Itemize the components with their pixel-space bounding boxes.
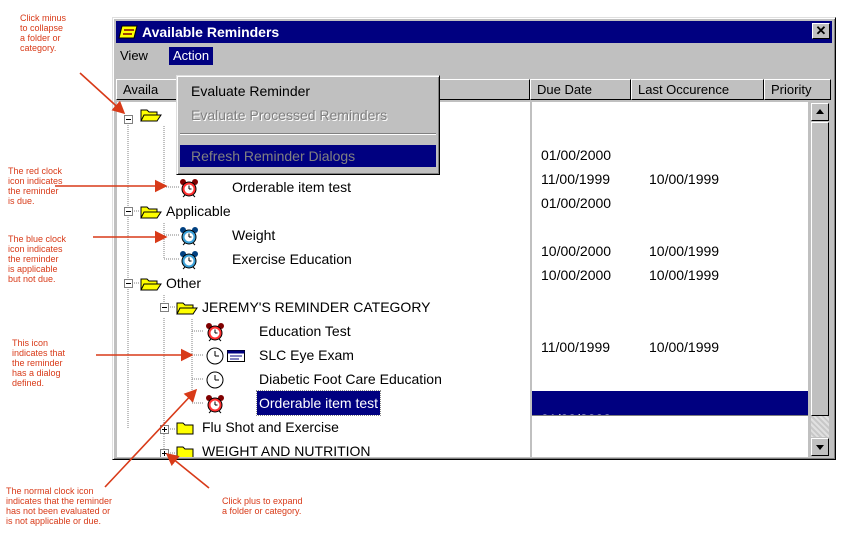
- collapse-toggle[interactable]: [124, 279, 133, 288]
- due-date-cell: 01/00/2000: [541, 411, 612, 427]
- collapse-toggle[interactable]: [124, 207, 133, 216]
- menu-view[interactable]: View: [116, 47, 152, 65]
- expand-toggle[interactable]: [160, 425, 169, 434]
- reminder-app-icon: [118, 25, 138, 39]
- scroll-up-button[interactable]: [811, 103, 829, 121]
- column-priority-header[interactable]: Priority: [764, 79, 831, 100]
- grid-divider: [532, 415, 808, 416]
- folder-open-icon: [140, 206, 162, 219]
- blue-clock-icon: [180, 251, 198, 270]
- expand-toggle[interactable]: [160, 449, 169, 457]
- tree-item-label: Orderable item test: [232, 179, 352, 195]
- tree-item-label: Flu Shot and Exercise: [202, 419, 339, 435]
- action-menu-dropdown: Evaluate Reminder Evaluate Processed Rem…: [176, 75, 440, 175]
- due-date-cell: 11/00/1999: [541, 339, 611, 355]
- tree-item-label: JEREMY'S REMINDER CATEGORY: [202, 299, 431, 315]
- due-date-cell: 11/00/1999: [541, 171, 611, 187]
- arrow-up-icon: [816, 109, 824, 114]
- tree-item-label: Orderable item test: [255, 390, 382, 416]
- folder-open-icon: [140, 278, 162, 291]
- folder-open-icon: [176, 302, 198, 315]
- annotation-red-clock: The red clock icon indicates the reminde…: [8, 166, 63, 206]
- last-occurrence-cell: 10/00/1999: [649, 339, 720, 355]
- tree-item-label: WEIGHT AND NUTRITION: [202, 443, 371, 457]
- menu-bar: View Action: [116, 45, 832, 67]
- due-date-cell: 01/00/2000: [541, 147, 612, 163]
- collapse-toggle[interactable]: [124, 115, 133, 124]
- tree-item-label: Exercise Education: [232, 251, 352, 267]
- normal-clock-icon: [206, 371, 224, 389]
- scroll-track[interactable]: [811, 416, 829, 437]
- column-due-date-header[interactable]: Due Date: [530, 79, 631, 100]
- annotation-blue-clock: The blue clock icon indicates the remind…: [8, 234, 67, 284]
- red-clock-icon: [206, 395, 224, 414]
- annotation-expand: Click plus to expand a folder or categor…: [222, 496, 303, 516]
- column-last-occurrence-header[interactable]: Last Occurence: [631, 79, 764, 100]
- folder-closed-icon: [176, 446, 194, 457]
- tree-item-label: Applicable: [166, 203, 231, 219]
- last-occurrence-cell: 10/00/1999: [649, 171, 720, 187]
- last-occurrence-cell: 10/00/1999: [649, 243, 720, 259]
- red-clock-icon: [206, 323, 224, 342]
- last-occurrence-cell: 10/00/1999: [649, 267, 720, 283]
- tree-item-label: Other: [166, 275, 202, 291]
- tree-item-label: Diabetic Foot Care Education: [259, 371, 442, 387]
- due-date-cell: 10/00/2000: [541, 267, 612, 283]
- dialog-icon: [227, 350, 245, 362]
- close-icon[interactable]: ✕: [812, 23, 830, 39]
- scroll-thumb[interactable]: [811, 122, 829, 416]
- due-date-cell: 01/00/2000: [541, 195, 612, 211]
- collapse-toggle[interactable]: [160, 303, 169, 312]
- vertical-scrollbar[interactable]: [810, 102, 830, 457]
- menu-item-evaluate-processed-reminders[interactable]: Evaluate Processed Reminders: [180, 104, 436, 126]
- menu-action[interactable]: Action: [169, 47, 214, 65]
- annotation-collapse: Click minus to collapse a folder or cate…: [20, 13, 67, 53]
- annotation-normal-clock: The normal clock icon indicates that the…: [6, 486, 113, 526]
- tree-item-label: Education Test: [259, 323, 351, 339]
- annotation-dialog-icon: This icon indicates that the reminder ha…: [12, 338, 66, 388]
- folder-closed-icon: [176, 422, 194, 435]
- title-bar[interactable]: Available Reminders ✕: [116, 21, 832, 43]
- due-date-cell: 10/00/2000: [541, 243, 612, 259]
- folder-open-icon: [140, 109, 162, 122]
- red-clock-icon: [180, 179, 198, 198]
- tree-item-label: Weight: [232, 227, 276, 243]
- tree-item-label: SLC Eye Exam: [259, 347, 354, 363]
- arrow-down-icon: [816, 445, 824, 450]
- reminder-dates-grid[interactable]: 01/00/2000 11/00/1999 10/00/1999 01/00/2…: [532, 102, 808, 457]
- menu-item-refresh-reminder-dialogs[interactable]: Refresh Reminder Dialogs: [180, 145, 436, 167]
- scroll-down-button[interactable]: [811, 438, 829, 456]
- clock-icon: [206, 347, 224, 365]
- window-title: Available Reminders: [142, 24, 280, 40]
- menu-separator: [180, 133, 436, 135]
- blue-clock-icon: [180, 227, 198, 246]
- menu-item-evaluate-reminder[interactable]: Evaluate Reminder: [180, 80, 436, 102]
